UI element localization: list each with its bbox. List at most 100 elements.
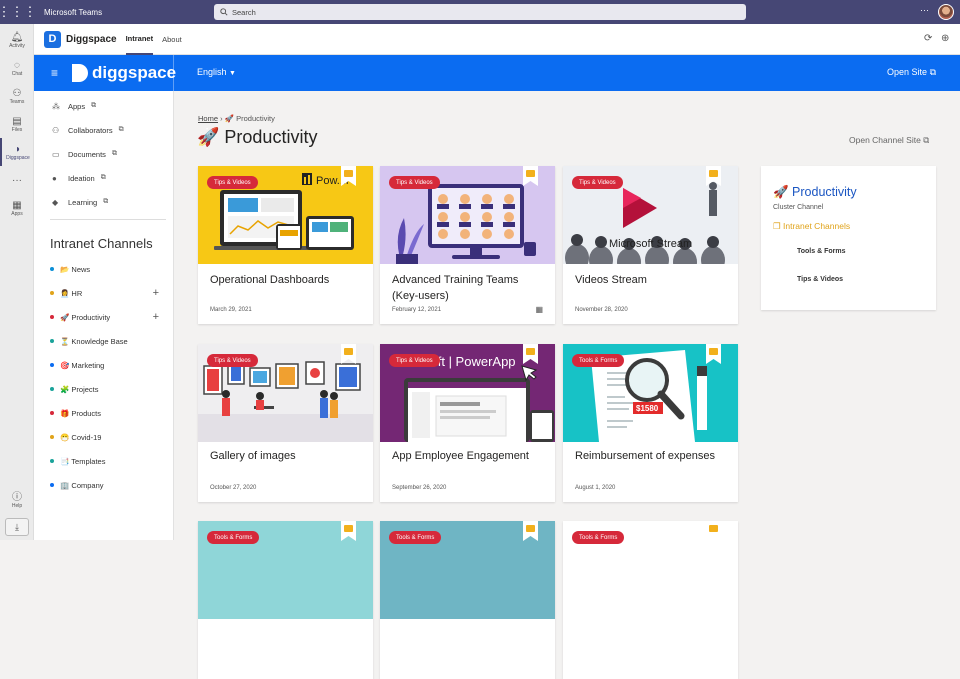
category-tag[interactable]: Tips & Videos [207, 354, 258, 367]
rail-label: Help [11, 502, 23, 509]
channel-item[interactable]: 🏢 Company [34, 473, 173, 497]
breadcrumb-home-link[interactable]: Home [198, 114, 218, 123]
channel-info-item[interactable]: Tools & Forms [797, 248, 845, 255]
channel-dot-icon [50, 315, 54, 319]
channel-dot-icon [50, 411, 54, 415]
expand-plus-icon[interactable]: + [153, 287, 159, 299]
sidebar-item-apps[interactable]: ⁂ Apps ⧉ [34, 94, 173, 118]
sidebar-item-label: Apps [68, 101, 86, 111]
card-date: October 27, 2020 [210, 485, 257, 491]
news-card[interactable]: Tools & Forms [563, 521, 738, 679]
more-options-icon[interactable]: ··· [920, 5, 929, 15]
news-card[interactable]: Tips & Videos Gallery of images October … [198, 344, 373, 502]
channel-item[interactable]: 🎁 Products [34, 401, 173, 425]
category-tag[interactable]: Tips & Videos [207, 176, 258, 189]
rail-files[interactable]: ▤ Files [0, 110, 34, 138]
category-tag[interactable]: Tools & Forms [389, 531, 442, 544]
sidebar-item-label: Learning [68, 197, 98, 207]
card-title[interactable]: Reimbursement of expenses [575, 448, 727, 464]
channel-dot-icon [50, 267, 54, 271]
graduation-cap-icon: ◆ [52, 197, 59, 207]
sidebar-item-documents[interactable]: ▭ Documents ⧉ [34, 142, 173, 166]
language-selector[interactable]: English ▼ [197, 67, 236, 77]
bell-icon: 🔔︎ [10, 31, 24, 43]
sidebar-item-collaborators[interactable]: ⚇ Collaborators ⧉ [34, 118, 173, 142]
news-card[interactable]: Microsoft Stream Tips & Videos Videos St… [563, 166, 738, 324]
diggspace-brand[interactable]: diggspace [72, 63, 176, 83]
channel-item[interactable]: 📂 News [34, 257, 173, 281]
category-tag[interactable]: Tips & Videos [572, 176, 623, 189]
category-tag[interactable]: Tools & Forms [572, 354, 625, 367]
rail-help[interactable]: ⓘ Help [0, 486, 34, 514]
channel-label: 📑 Templates [60, 456, 106, 466]
card-title[interactable]: Videos Stream [575, 272, 727, 288]
channel-dot-icon [50, 483, 54, 487]
news-card[interactable]: Pow...l Tips & Videos Operational Dashbo… [198, 166, 373, 324]
card-title[interactable]: Gallery of images [210, 448, 362, 464]
news-card[interactable]: Tips & Videos Advanced Training Teams (K… [380, 166, 555, 324]
receipt-amount-text: $1580 [636, 404, 659, 413]
diggspace-mark-icon [72, 64, 88, 82]
tab-about[interactable]: About [162, 24, 182, 55]
card-title[interactable]: Operational Dashboards [210, 272, 362, 288]
channel-dot-icon [50, 387, 54, 391]
search-placeholder: Search [232, 7, 256, 17]
files-icon: ▤ [12, 115, 22, 127]
download-icon[interactable]: ⤓ [5, 518, 29, 536]
app-launcher-icon[interactable]: ⋮⋮⋮ [0, 0, 37, 24]
channel-item[interactable]: 😷 Covid-19 [34, 425, 173, 449]
rail-teams[interactable]: ⚇ Teams [0, 82, 34, 110]
rail-more[interactable]: ··· [0, 166, 34, 194]
channel-info-item[interactable]: Tips & Videos [797, 276, 843, 283]
channel-item[interactable]: 🎯 Marketing [34, 353, 173, 377]
globe-icon[interactable]: ⊕ [941, 33, 949, 44]
avatar[interactable] [938, 4, 954, 20]
news-card[interactable]: Tools & Forms [198, 521, 373, 679]
stream-logo-text: Microsoft Stream [609, 238, 692, 250]
channel-label: 🎯 Marketing [60, 360, 105, 370]
news-card[interactable]: Tools & Forms [380, 521, 555, 679]
app-title: Diggspace [66, 33, 117, 45]
channel-item[interactable]: 👩‍💼 HR + [34, 281, 173, 305]
rail-apps[interactable]: ▦ Apps [0, 194, 34, 222]
category-tag[interactable]: Tools & Forms [572, 531, 625, 544]
calendar-icon[interactable]: ▦ [535, 305, 543, 314]
search-input[interactable]: Search [214, 4, 746, 20]
rail-chat[interactable]: ◌ Chat [0, 54, 34, 82]
open-site-label: Open Site [887, 67, 928, 77]
open-channel-site-link[interactable]: Open Channel Site ⧉ [849, 135, 929, 146]
intranet-channels-link[interactable]: ❐ Intranet Channels [773, 221, 850, 232]
teams-icon: ⚇ [12, 87, 22, 99]
channel-item[interactable]: 🚀 Productivity + [34, 305, 173, 329]
channel-item[interactable]: 🧩 Projects [34, 377, 173, 401]
card-title[interactable]: Advanced Training Teams (Key-users) [392, 272, 544, 304]
rail-diggspace[interactable]: ◗ Diggspace [0, 138, 34, 166]
news-card[interactable]: $1580 Tools & Forms Reimbursement of exp… [563, 344, 738, 502]
diggspace-header: ≡ diggspace English ▼ Open Site ⧉ [34, 55, 960, 91]
teams-app-name: Microsoft Teams [44, 7, 103, 17]
menu-icon[interactable]: ≡ [51, 66, 58, 80]
channel-item[interactable]: ⏳ Knowledge Base [34, 329, 173, 353]
category-tag[interactable]: Tools & Forms [207, 531, 260, 544]
card-title[interactable]: App Employee Engagement [392, 448, 544, 464]
rail-label: Activity [9, 42, 25, 49]
news-card[interactable]: soft | PowerApp Tips & Videos App Employ… [380, 344, 555, 502]
sidebar-item-learning[interactable]: ◆ Learning ⧉ [34, 190, 173, 214]
refresh-icon[interactable]: ⟳ [924, 33, 932, 44]
tab-intranet[interactable]: Intranet [125, 24, 154, 55]
open-site-link[interactable]: Open Site ⧉ [887, 67, 936, 78]
rail-activity[interactable]: 🔔︎ Activity [0, 26, 34, 54]
channel-item[interactable]: 📑 Templates [34, 449, 173, 473]
chat-icon: ◌ [14, 59, 20, 71]
expand-plus-icon[interactable]: + [153, 311, 159, 323]
channels-stack-icon: ❐ [773, 221, 781, 231]
channel-label: 📂 News [60, 264, 91, 274]
category-tag[interactable]: Tips & Videos [389, 176, 440, 189]
sidebar-item-ideation[interactable]: ● Ideation ⧉ [34, 166, 173, 190]
document-icon: ▭ [52, 149, 60, 159]
sidebar-item-label: Collaborators [68, 125, 113, 135]
channel-list: 📂 News 👩‍💼 HR + 🚀 Productivity + ⏳ Knowledge … [34, 257, 173, 497]
sidebar-item-label: Documents [68, 149, 106, 159]
apps-icon: ⁂ [52, 101, 60, 111]
category-tag[interactable]: Tips & Videos [389, 354, 440, 367]
